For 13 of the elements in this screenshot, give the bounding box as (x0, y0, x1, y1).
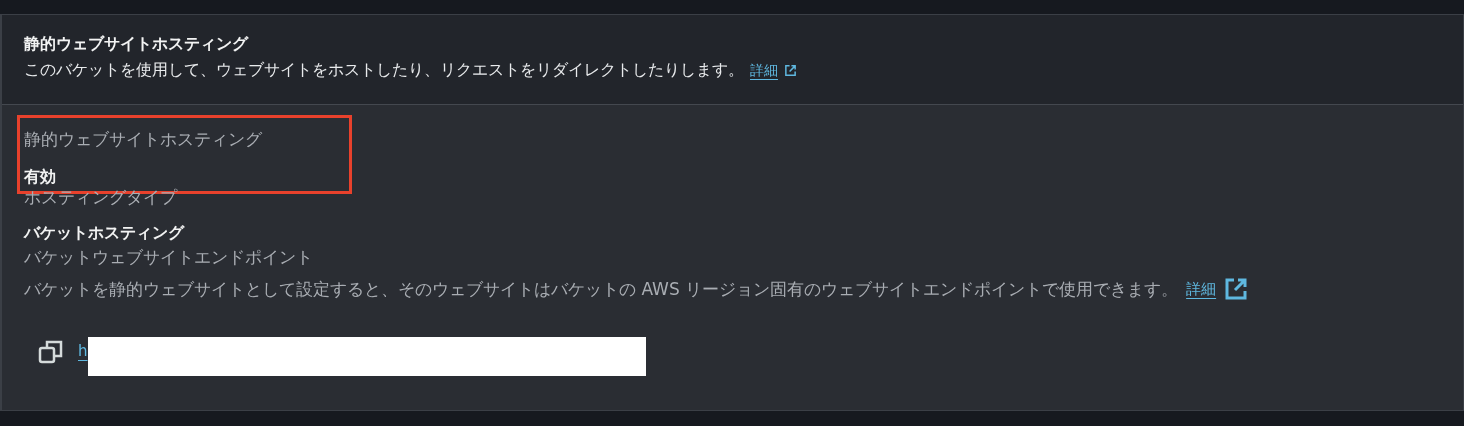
external-link-icon[interactable] (1224, 277, 1249, 301)
external-link-icon (784, 63, 797, 77)
panel-title: 静的ウェブサイトホスティング (24, 33, 248, 55)
field-value: バケットホスティング (24, 222, 184, 244)
details-link[interactable]: 詳細 (1186, 277, 1217, 301)
field-value: 有効 (24, 166, 56, 188)
field-label: 静的ウェブサイトホスティング (24, 128, 262, 151)
field-label: バケットウェブサイトエンドポイント (24, 246, 313, 269)
panel-description: このバケットを使用して、ウェブサイトをホストしたり、リクエストをリダイレクトしたりします。 (24, 59, 744, 81)
details-link[interactable]: 詳細 (750, 59, 778, 81)
endpoint-description: バケットを静的ウェブサイトとして設定すると、そのウェブサイトはバケットの AWS リージョン固有のウェブサイトエンドポイントで使用できます。 (24, 278, 1179, 301)
endpoint-link[interactable]: h (78, 340, 88, 363)
copy-icon[interactable] (38, 338, 64, 365)
